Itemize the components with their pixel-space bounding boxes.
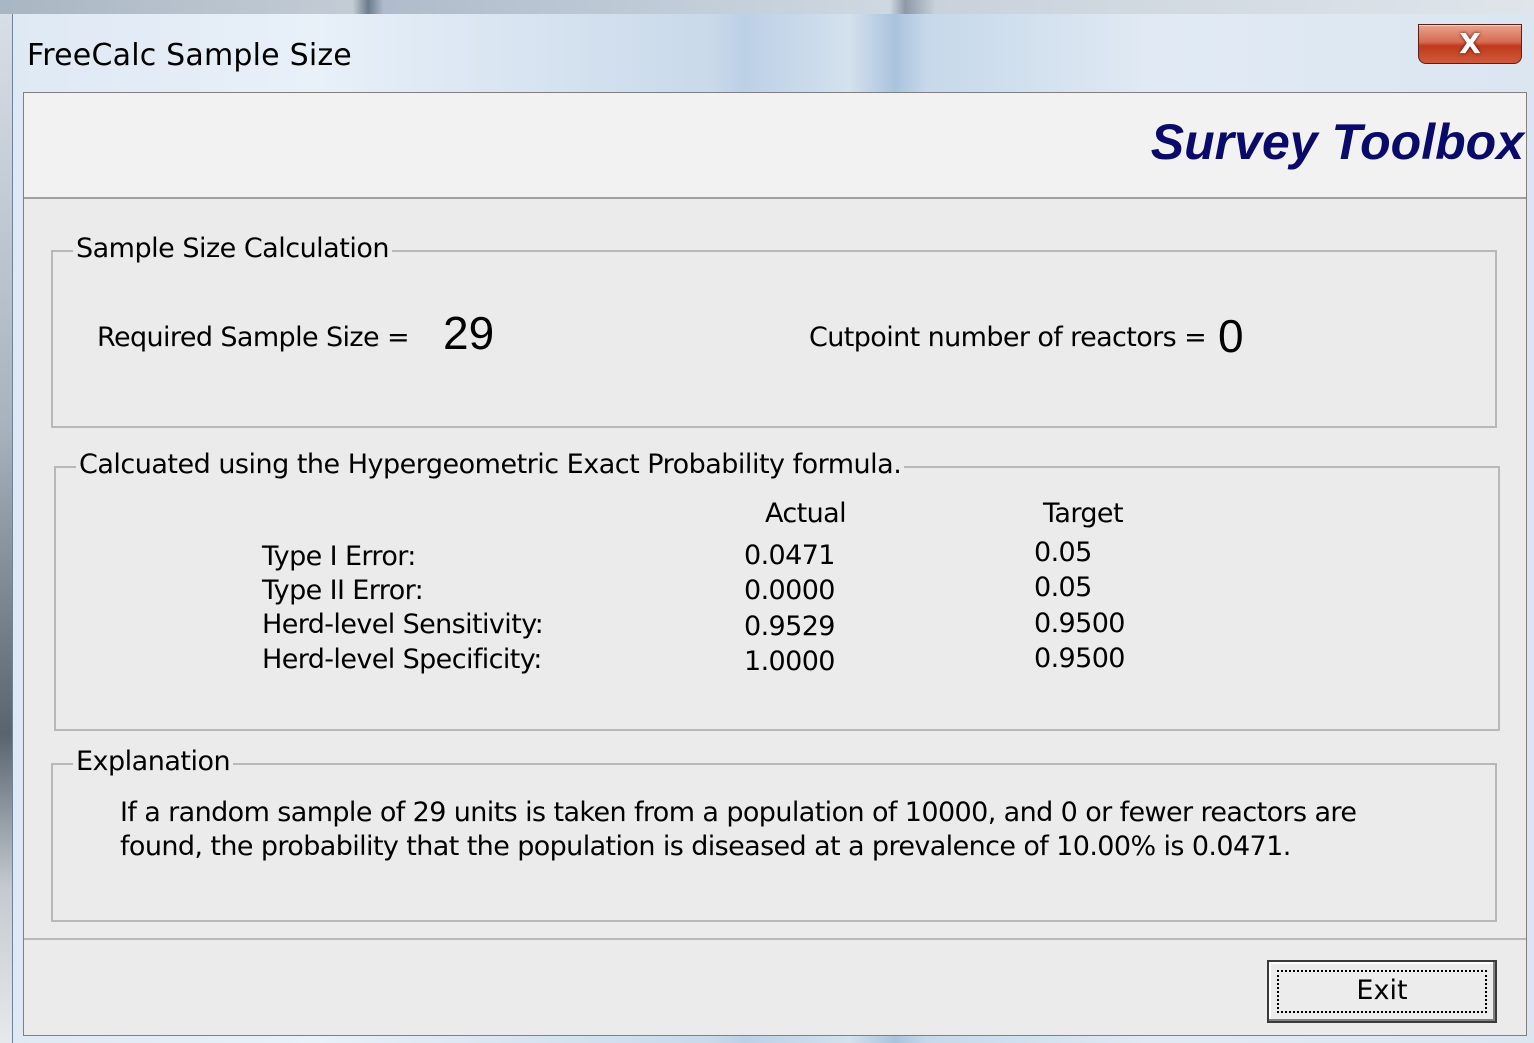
explanation-line-2: found, the probability that the populati… [120, 831, 1291, 862]
footer-separator [24, 938, 1526, 940]
row-label-type-ii-error: Type II Error: [262, 575, 424, 606]
header-band: Survey Toolbox [24, 93, 1526, 199]
desktop-background-top [0, 0, 1534, 14]
row-label-type-i-error: Type I Error: [262, 541, 416, 572]
explanation-group: Explanation If a random sample of 29 uni… [51, 745, 1497, 922]
required-sample-size-label: Required Sample Size = [97, 322, 410, 353]
cutpoint-value: 0 [1218, 310, 1244, 362]
cutpoint-label: Cutpoint number of reactors = [809, 322, 1207, 353]
close-button[interactable]: X [1418, 24, 1522, 64]
brand-title: Survey Toolbox [1150, 114, 1524, 170]
row-label-herd-sensitivity: Herd-level Sensitivity: [262, 609, 544, 640]
required-sample-size-value: 29 [443, 307, 495, 359]
column-header-target: Target [1043, 498, 1124, 529]
actual-type-i-error: 0.0471 [744, 540, 835, 571]
freecalc-window: FreeCalc Sample Size X Survey Toolbox Sa… [12, 14, 1534, 1043]
explanation-group-title: Explanation [73, 745, 234, 779]
actual-herd-sensitivity: 0.9529 [744, 611, 835, 642]
formula-group-title: Calcuated using the Hypergeometric Exact… [76, 448, 905, 482]
close-icon: X [1459, 27, 1481, 60]
row-label-herd-specificity: Herd-level Specificity: [262, 644, 542, 675]
actual-herd-specificity: 1.0000 [744, 646, 835, 677]
column-header-actual: Actual [765, 498, 847, 529]
actual-type-ii-error: 0.0000 [744, 575, 835, 606]
sample-size-group-title: Sample Size Calculation [73, 232, 392, 266]
window-title: FreeCalc Sample Size [27, 38, 352, 73]
desktop-background-left [0, 14, 12, 1043]
target-herd-specificity: 0.9500 [1034, 643, 1125, 674]
explanation-line-1: If a random sample of 29 units is taken … [120, 797, 1357, 828]
title-bar[interactable]: FreeCalc Sample Size X [13, 14, 1534, 92]
sample-size-group: Sample Size Calculation Required Sample … [51, 232, 1497, 428]
exit-button[interactable]: Exit [1267, 960, 1497, 1023]
exit-button-label: Exit [1356, 975, 1408, 1006]
dialog-client-area: Survey Toolbox Sample Size Calculation R… [23, 92, 1527, 1036]
target-herd-sensitivity: 0.9500 [1034, 608, 1125, 639]
formula-group: Calcuated using the Hypergeometric Exact… [54, 448, 1500, 731]
target-type-ii-error: 0.05 [1034, 572, 1092, 603]
target-type-i-error: 0.05 [1034, 537, 1092, 568]
